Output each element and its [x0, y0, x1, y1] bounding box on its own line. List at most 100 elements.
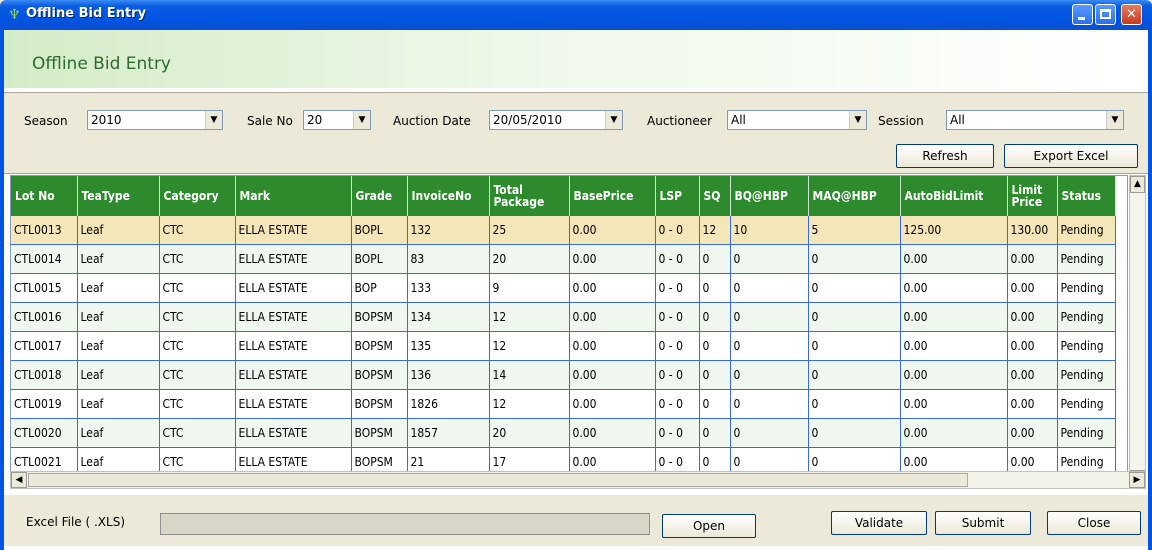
table-cell[interactable]: BOP [351, 273, 408, 303]
table-cell[interactable]: Leaf [77, 216, 160, 245]
table-cell[interactable]: 133 [407, 273, 490, 303]
chevron-down-icon[interactable]: ▼ [353, 111, 370, 129]
table-cell[interactable]: 0.00 [900, 302, 1008, 332]
table-row[interactable]: CTL0014 Leaf CTC ELLA ESTATE BOPL 83 20 0.00 0 -… [11, 244, 1116, 274]
table-cell[interactable]: 0 [699, 389, 731, 419]
table-cell[interactable]: Pending [1057, 216, 1116, 245]
table-cell[interactable]: 0 [730, 418, 809, 448]
table-cell[interactable]: CTL0017 [11, 331, 78, 361]
table-cell[interactable]: 0.00 [900, 244, 1008, 274]
column-header[interactable]: TeaType [77, 176, 160, 216]
open-button[interactable]: Open [662, 514, 756, 538]
column-header[interactable]: LSP [655, 176, 700, 216]
table-cell[interactable]: Leaf [77, 244, 160, 274]
table-cell[interactable]: 0 [808, 360, 901, 390]
table-cell[interactable]: Leaf [77, 302, 160, 332]
table-cell[interactable]: 20 [489, 244, 570, 274]
table-cell[interactable]: 25 [489, 216, 570, 245]
table-cell[interactable]: Leaf [77, 360, 160, 390]
table-cell[interactable]: BOPSM [351, 331, 408, 361]
table-cell[interactable]: CTL0016 [11, 302, 78, 332]
table-cell[interactable]: 0 - 0 [655, 389, 700, 419]
column-header[interactable]: Category [159, 176, 236, 216]
chevron-down-icon[interactable]: ▼ [1106, 111, 1123, 129]
refresh-button[interactable]: Refresh [896, 144, 994, 168]
horizontal-scrollbar[interactable]: ◀ ▶ [10, 471, 1146, 489]
table-cell[interactable]: CTL0018 [11, 360, 78, 390]
table-cell[interactable]: Pending [1057, 418, 1116, 448]
table-cell[interactable]: BOPSM [351, 418, 408, 448]
submit-button[interactable]: Submit [935, 511, 1031, 535]
table-cell[interactable]: 0 [699, 331, 731, 361]
table-cell[interactable]: CTL0019 [11, 389, 78, 419]
table-cell[interactable]: 0.00 [569, 389, 656, 419]
table-cell[interactable]: CTC [159, 273, 236, 303]
table-cell[interactable]: 0.00 [900, 389, 1008, 419]
table-cell[interactable]: CTC [159, 216, 236, 245]
table-cell[interactable]: 5 [808, 216, 901, 245]
table-cell[interactable]: 0 [699, 360, 731, 390]
table-cell[interactable]: 0.00 [569, 418, 656, 448]
table-row[interactable]: CTL0020 Leaf CTC ELLA ESTATE BOPSM 1857 20 0.00… [11, 418, 1116, 448]
table-row[interactable]: CTL0018 Leaf CTC ELLA ESTATE BOPSM 136 14 0.00 0… [11, 360, 1116, 390]
column-header[interactable]: Limit Price [1007, 176, 1058, 216]
table-cell[interactable]: 0 [808, 244, 901, 274]
table-cell[interactable]: CTL0013 [11, 216, 78, 245]
table-cell[interactable]: CTL0014 [11, 244, 78, 274]
table-cell[interactable]: BOPSM [351, 360, 408, 390]
table-cell[interactable]: CTC [159, 302, 236, 332]
close-window-button[interactable]: ✕ [1121, 4, 1142, 25]
table-cell[interactable]: ELLA ESTATE [235, 216, 352, 245]
table-cell[interactable]: 0.00 [569, 302, 656, 332]
table-cell[interactable]: 0 [730, 302, 809, 332]
table-cell[interactable]: 0 [730, 244, 809, 274]
table-cell[interactable]: 9 [489, 273, 570, 303]
table-cell[interactable]: CTC [159, 389, 236, 419]
table-cell[interactable]: CTC [159, 418, 236, 448]
table-cell[interactable]: 0.00 [569, 216, 656, 245]
table-cell[interactable]: ELLA ESTATE [235, 418, 352, 448]
vertical-scrollbar[interactable]: ▲ ▼ [1129, 175, 1146, 488]
table-row[interactable]: CTL0017 Leaf CTC ELLA ESTATE BOPSM 135 12 0.00 0… [11, 331, 1116, 361]
table-cell[interactable]: 12 [489, 302, 570, 332]
chevron-down-icon[interactable]: ▼ [605, 111, 622, 129]
table-cell[interactable]: CTC [159, 331, 236, 361]
scroll-thumb[interactable] [28, 473, 968, 487]
table-cell[interactable]: 14 [489, 360, 570, 390]
table-cell[interactable]: CTC [159, 360, 236, 390]
sale-no-select[interactable]: 20 ▼ [303, 110, 371, 130]
column-header[interactable]: Total Package [489, 176, 570, 216]
table-cell[interactable]: 0.00 [569, 331, 656, 361]
table-cell[interactable]: ELLA ESTATE [235, 273, 352, 303]
table-cell[interactable]: CTL0020 [11, 418, 78, 448]
table-cell[interactable]: 0 - 0 [655, 244, 700, 274]
table-cell[interactable]: Pending [1057, 331, 1116, 361]
column-header[interactable]: BQ@HBP [730, 176, 809, 216]
table-cell[interactable]: 0.00 [900, 331, 1008, 361]
table-cell[interactable]: 0 [699, 273, 731, 303]
table-row[interactable]: CTL0019 Leaf CTC ELLA ESTATE BOPSM 1826 12 0.00… [11, 389, 1116, 419]
table-cell[interactable]: ELLA ESTATE [235, 302, 352, 332]
chevron-down-icon[interactable]: ▼ [849, 111, 866, 129]
table-cell[interactable]: 0 [808, 273, 901, 303]
table-row[interactable]: CTL0015 Leaf CTC ELLA ESTATE BOP 133 9 0.00 0 - … [11, 273, 1116, 303]
table-cell[interactable]: BOPL [351, 244, 408, 274]
excel-file-input[interactable] [160, 513, 650, 535]
table-cell[interactable]: 125.00 [900, 216, 1008, 245]
table-row[interactable]: CTL0016 Leaf CTC ELLA ESTATE BOPSM 134 12 0.00 0… [11, 302, 1116, 332]
table-cell[interactable]: 0.00 [900, 418, 1008, 448]
scroll-right-icon[interactable]: ▶ [1129, 472, 1145, 488]
table-cell[interactable]: 0.00 [1007, 244, 1058, 274]
table-cell[interactable]: Leaf [77, 331, 160, 361]
table-cell[interactable]: 0 [808, 302, 901, 332]
table-cell[interactable]: 0 - 0 [655, 302, 700, 332]
validate-button[interactable]: Validate [831, 511, 927, 535]
table-cell[interactable]: Leaf [77, 273, 160, 303]
scroll-left-icon[interactable]: ◀ [11, 472, 27, 488]
table-cell[interactable]: ELLA ESTATE [235, 360, 352, 390]
table-cell[interactable]: 20 [489, 418, 570, 448]
table-cell[interactable]: Leaf [77, 418, 160, 448]
minimize-button[interactable] [1072, 4, 1093, 25]
table-cell[interactable]: BOPSM [351, 302, 408, 332]
table-cell[interactable]: 0 [699, 418, 731, 448]
